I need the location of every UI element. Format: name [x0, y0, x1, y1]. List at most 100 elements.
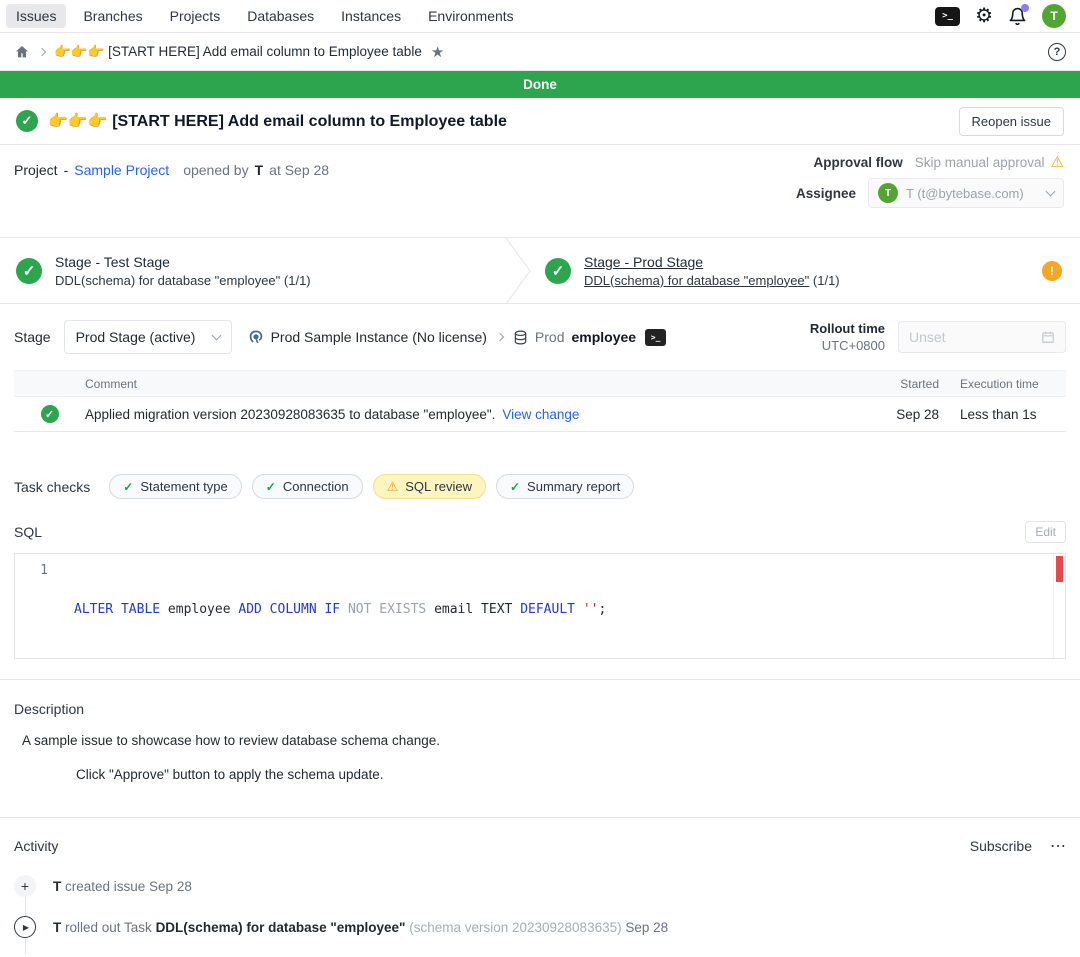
approval-flow-label: Approval flow — [813, 155, 902, 170]
check-icon: ✓ — [266, 480, 276, 494]
stage-check-icon: ✓ — [545, 258, 571, 284]
help-icon[interactable]: ? — [1048, 43, 1066, 61]
view-change-link[interactable]: View change — [502, 407, 579, 422]
header-execution-time: Execution time — [960, 377, 1052, 391]
home-icon[interactable] — [14, 44, 30, 60]
notifications-button[interactable] — [1008, 7, 1027, 26]
project-separator: - — [64, 162, 69, 178]
reopen-issue-button[interactable]: Reopen issue — [959, 107, 1065, 136]
rollout-time-input[interactable]: Unset — [898, 321, 1066, 353]
rollout-placeholder: Unset — [909, 329, 946, 345]
stage-subtitle: DDL(schema) for database "employee" (1/1… — [55, 273, 311, 288]
stage-list: ✓ Stage - Test Stage DDL(schema) for datab… — [0, 238, 1042, 303]
rollout-timezone: UTC+0800 — [822, 338, 885, 353]
nav-item-instances[interactable]: Instances — [331, 4, 411, 28]
more-icon[interactable]: ⋯ — [1050, 836, 1066, 856]
task-run-table: Comment Started Execution time ✓ Applied… — [14, 370, 1066, 432]
calendar-icon — [1041, 330, 1055, 344]
section-divider — [0, 679, 1080, 680]
stage-strip: ✓ Stage - Test Stage DDL(schema) for datab… — [0, 238, 1080, 304]
gear-icon[interactable]: ⚙ — [975, 6, 993, 26]
nav-item-environments[interactable]: Environments — [418, 4, 524, 28]
stage-divider — [505, 238, 531, 303]
sql-editor: 1 ALTER TABLE employee ADD COLUMN IF NOT… — [14, 553, 1066, 659]
task-check-badge[interactable]: ✓Summary report — [496, 474, 634, 499]
approval-flow-value: Skip manual approval ⚠ — [915, 155, 1064, 170]
task-check-badge[interactable]: ✓Connection — [252, 474, 363, 499]
status-banner: Done — [0, 71, 1080, 98]
stage-select[interactable]: Prod Stage (active) — [64, 320, 232, 354]
postgres-icon — [248, 329, 264, 345]
database-icon — [513, 330, 528, 345]
description-label: Description — [14, 701, 1066, 717]
row-comment: Applied migration version 20230928083635… — [85, 407, 495, 422]
task-checks-label: Task checks — [14, 479, 90, 495]
project-line: Project - Sample Project opened by T at … — [14, 162, 329, 178]
opened-by-user: T — [255, 162, 264, 178]
description-line: A sample issue to showcase how to review… — [14, 733, 1066, 748]
line-number: 1 — [15, 554, 61, 658]
chevron-down-icon — [1046, 186, 1056, 196]
description-section: Description A sample issue to showcase h… — [0, 701, 1080, 782]
stage-title: Stage - Test Stage — [55, 254, 311, 270]
chevron-right-icon — [38, 47, 46, 55]
sql-code: ALTER TABLE employee ADD COLUMN IF NOT E… — [61, 554, 1053, 658]
breadcrumb-title: 👉👉👉 [START HERE] Add email column to Emp… — [54, 44, 422, 60]
user-avatar[interactable]: T — [1042, 4, 1066, 28]
issue-meta: Project - Sample Project opened by T at … — [0, 145, 1080, 238]
main-nav: Issues Branches ProjectsDatabases Instances… — [6, 4, 524, 28]
edit-sql-button[interactable]: Edit — [1025, 521, 1066, 543]
nav-item-databases[interactable]: Databases — [237, 4, 324, 28]
issue-title: 👉👉👉 [START HERE] Add email column to Emp… — [48, 111, 507, 131]
error-marker — [1056, 556, 1063, 582]
approval-flow-text: Skip manual approval — [915, 155, 1045, 170]
assignee-label: Assignee — [796, 186, 856, 201]
check-icon: ✓ — [510, 480, 520, 494]
stage-label: Stage — [14, 329, 51, 345]
database-breadcrumb: Prod Sample Instance (No license) Prod e… — [248, 329, 667, 346]
activity-section: Activity Subscribe ⋯ +T created issue Se… — [0, 836, 1080, 957]
activity-item: ▶T rolled out Task DDL(schema) for datab… — [14, 916, 1066, 938]
notification-dot — [1021, 4, 1029, 12]
done-check-icon: ✓ — [16, 110, 38, 132]
nav-right: >_ ⚙ T — [935, 4, 1066, 28]
chevron-down-icon — [211, 330, 221, 340]
section-divider — [0, 817, 1080, 818]
warning-triangle-icon: ⚠ — [1051, 155, 1064, 170]
subscribe-button[interactable]: Subscribe — [970, 838, 1032, 854]
check-icon: ✓ — [123, 480, 133, 494]
project-link[interactable]: Sample Project — [74, 162, 169, 178]
nav-item-branches[interactable]: Branches — [73, 4, 152, 28]
chevron-right-icon — [496, 333, 504, 341]
opened-by-label: opened by — [183, 162, 248, 178]
stage-select-value: Prod Stage (active) — [76, 329, 196, 345]
task-checks: Task checks ✓Statement type ✓Connection ⚠S… — [0, 474, 1080, 499]
sql-editor-icon[interactable]: >_ — [935, 7, 960, 26]
stage-warning-badge: ! — [1042, 261, 1062, 281]
meta-right: Approval flow Skip manual approval ⚠ Ass… — [796, 155, 1064, 208]
task-check-badge[interactable]: ⚠SQL review — [373, 474, 486, 499]
open-in-editor-icon[interactable]: >_ — [645, 329, 666, 346]
table-header: Comment Started Execution time — [14, 370, 1066, 397]
header-started: Started — [877, 377, 939, 391]
sql-line: ALTER TABLE employee ADD COLUMN IF NOT E… — [74, 601, 1053, 620]
stage-block[interactable]: ✓Stage - Prod StageDDL(schema) for datab… — [531, 254, 1042, 288]
stage-title[interactable]: Stage - Prod Stage — [584, 254, 840, 270]
row-started: Sep 28 — [877, 407, 939, 422]
star-icon[interactable]: ★ — [431, 43, 444, 61]
activity-timeline: +T created issue Sep 28▶T rolled out Tas… — [14, 875, 1066, 957]
top-nav: Issues Branches ProjectsDatabases Instances… — [0, 0, 1080, 33]
assignee-select[interactable]: T T (t@bytebase.com) — [868, 178, 1064, 208]
activity-text: T created issue Sep 28 — [53, 879, 192, 894]
nav-item-issues[interactable]: Issues — [6, 4, 66, 28]
task-check-badges: ✓Statement type ✓Connection ⚠SQL review ✓Su… — [109, 474, 634, 499]
nav-item-projects[interactable]: Projects — [160, 4, 231, 28]
rollout-time-label: Rollout time — [810, 321, 885, 336]
task-check-badge[interactable]: ✓Statement type — [109, 474, 242, 499]
database-link[interactable]: employee — [572, 329, 637, 345]
activity-label: Activity — [14, 838, 58, 854]
stage-block[interactable]: ✓Stage - Test StageDDL(schema) for datab… — [0, 254, 505, 288]
sql-header: SQL Edit — [0, 521, 1080, 543]
instance-link[interactable]: Prod Sample Instance (No license) — [271, 329, 487, 345]
breadcrumb: 👉👉👉 [START HERE] Add email column to Emp… — [0, 33, 1080, 71]
